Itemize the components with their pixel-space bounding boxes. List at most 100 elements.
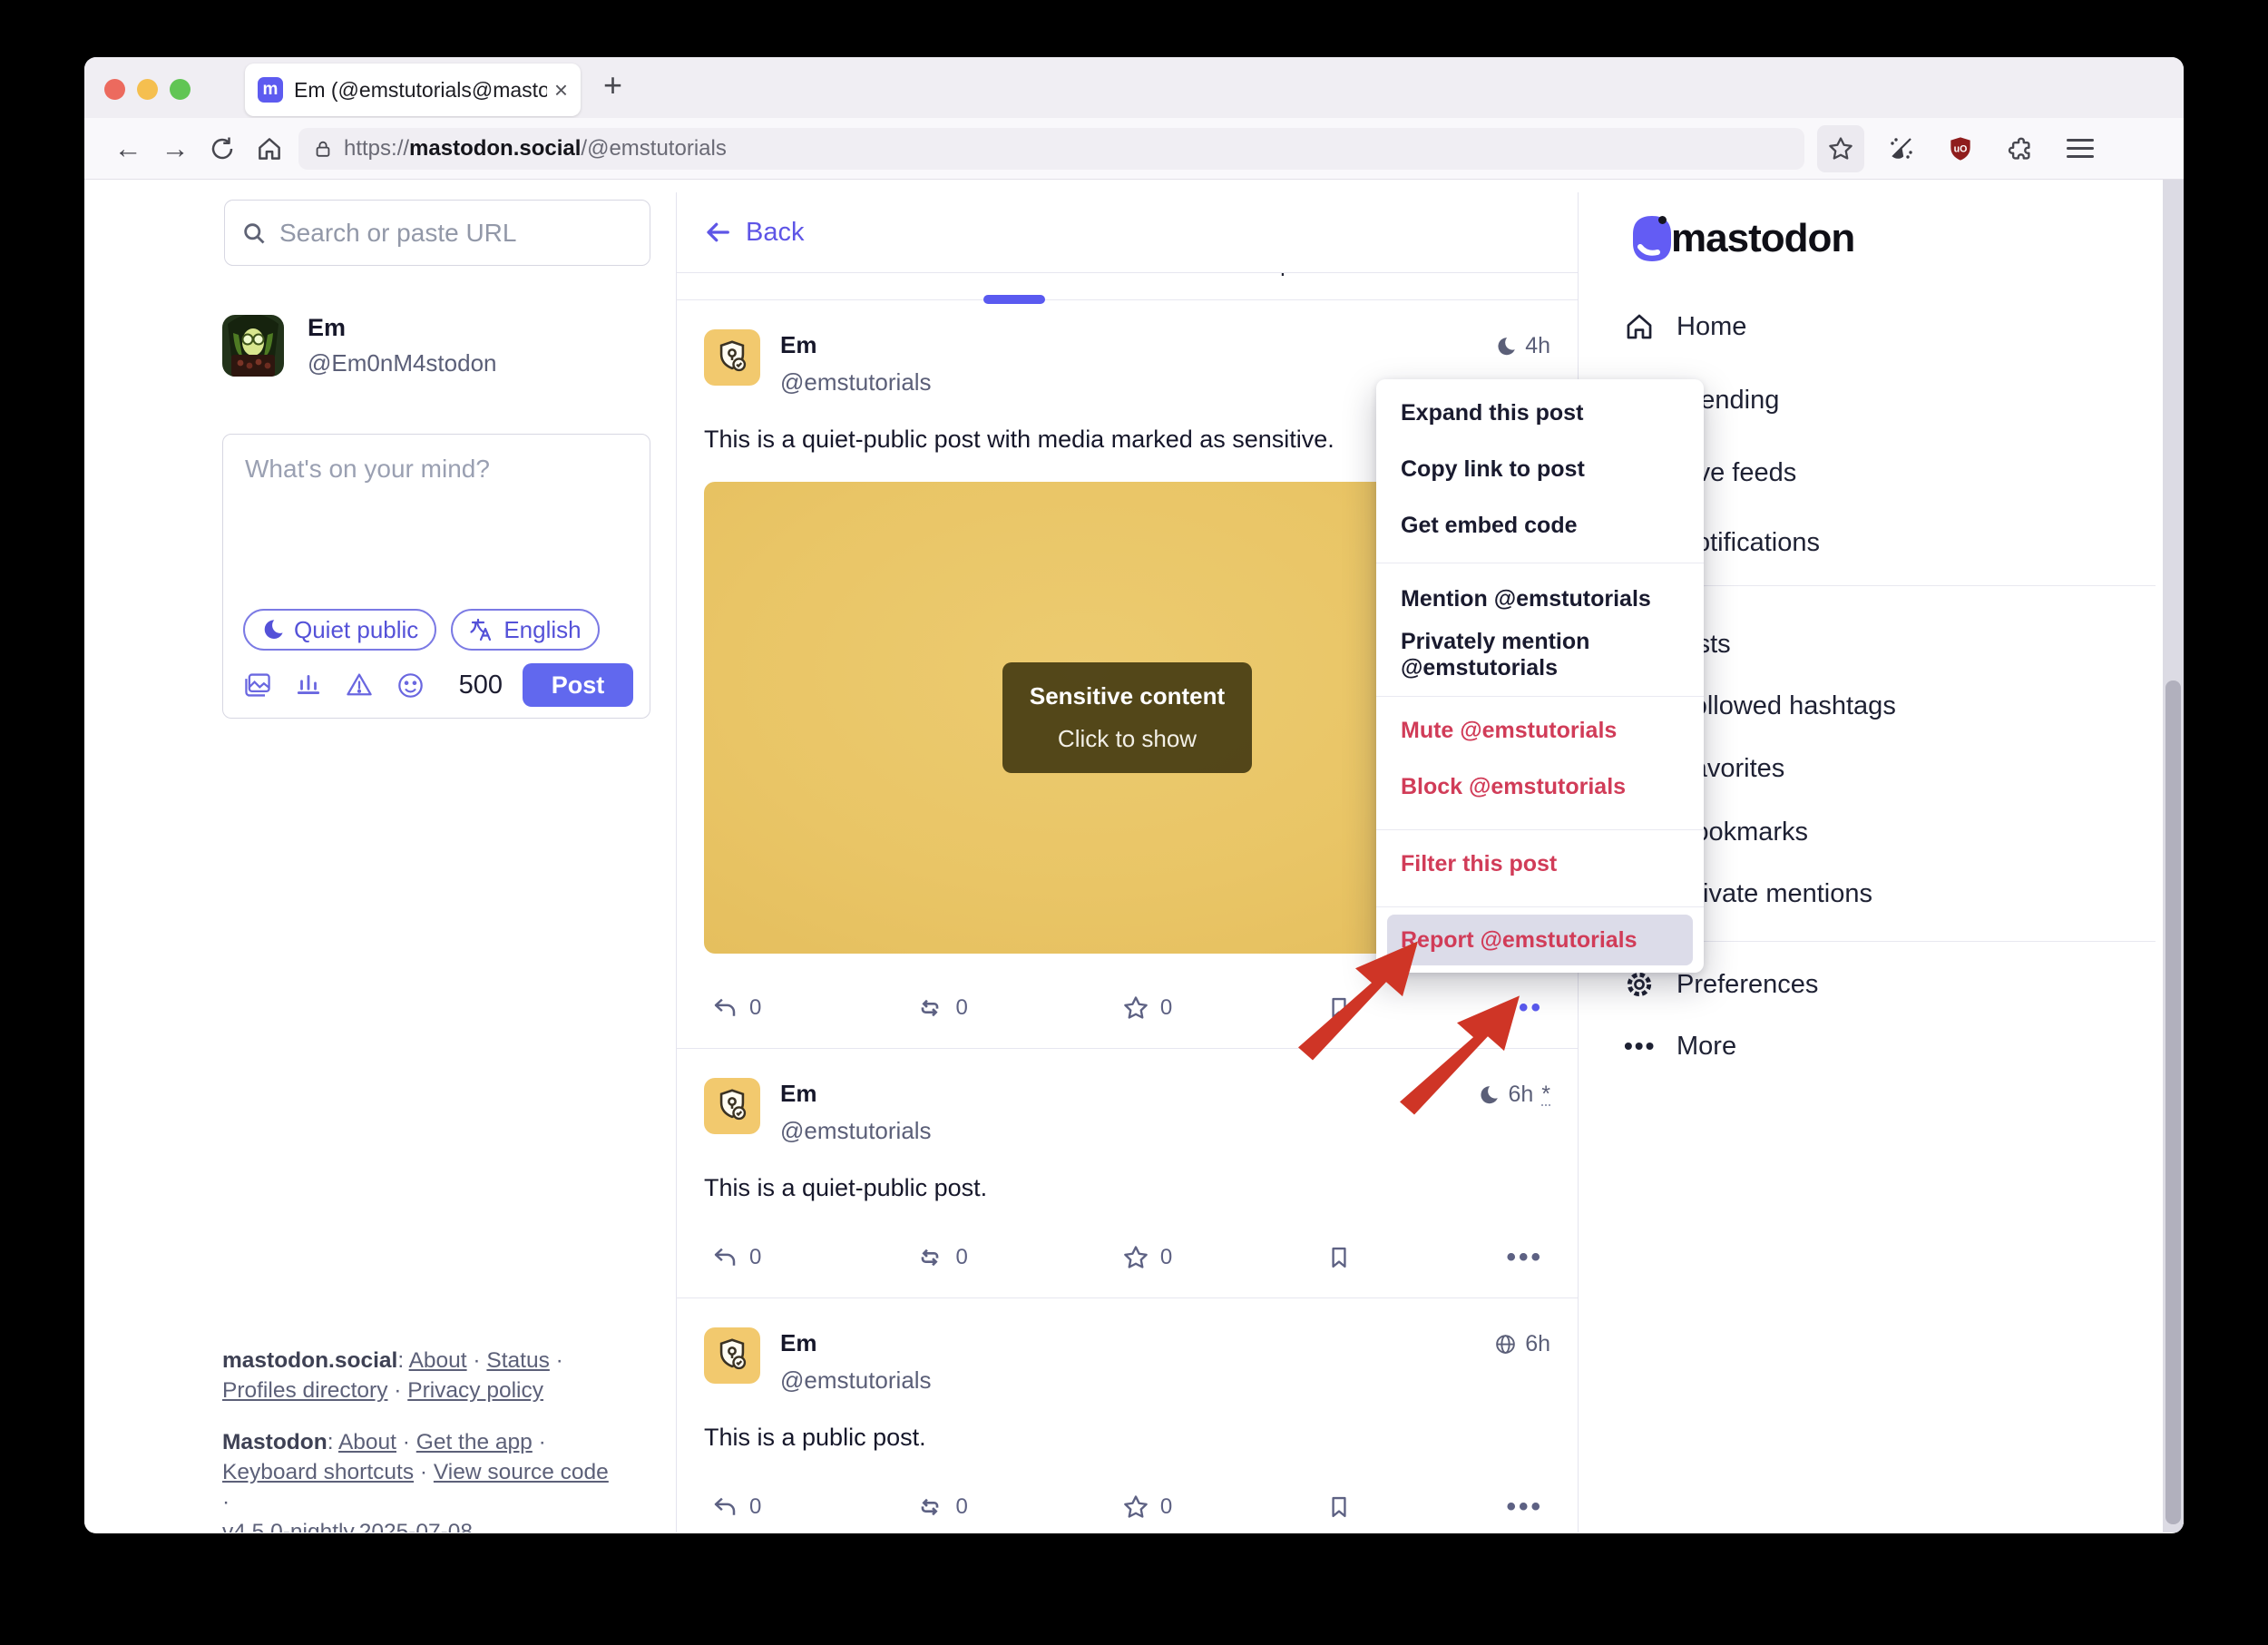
- menu-item-embed[interactable]: Get embed code: [1376, 497, 1704, 553]
- boost-button[interactable]: 0: [915, 1243, 967, 1272]
- mastodon-logo[interactable]: mastodon: [1624, 211, 1854, 267]
- annotation-arrow-more: [1382, 978, 1545, 1137]
- tab-featured[interactable]: Featured: [677, 273, 902, 299]
- minimize-window-button[interactable]: [137, 79, 158, 100]
- post-action-bar: 0 0 0: [704, 1483, 1550, 1531]
- macos-traffic-lights[interactable]: [104, 79, 191, 100]
- scrollbar-thumb[interactable]: [2165, 681, 2181, 1524]
- favorite-button[interactable]: 0: [1122, 1244, 1172, 1271]
- menu-item-copy-link[interactable]: Copy link to post: [1376, 441, 1704, 497]
- menu-button[interactable]: [2057, 125, 2104, 172]
- bookmark-button[interactable]: [1326, 1494, 1352, 1520]
- menu-item-expand[interactable]: Expand this post: [1376, 385, 1704, 441]
- content-warning-button[interactable]: [345, 671, 374, 700]
- reply-icon: [711, 1493, 738, 1521]
- quiet-public-icon: [1495, 336, 1517, 357]
- footer-link[interactable]: Status: [486, 1348, 549, 1373]
- url-bar[interactable]: https://mastodon.social/@emstutorials: [298, 128, 1804, 170]
- menu-item-filter[interactable]: Filter this post: [1376, 836, 1704, 892]
- post-button[interactable]: Post: [523, 663, 633, 707]
- menu-item-mention[interactable]: Mention @emstutorials: [1376, 571, 1704, 627]
- page-scrollbar[interactable]: [2163, 180, 2184, 1532]
- compose-placeholder: What's on your mind?: [245, 455, 490, 484]
- forward-button[interactable]: →: [152, 132, 199, 165]
- post-author[interactable]: Em @emstutorials: [780, 1078, 932, 1145]
- reply-button[interactable]: 0: [711, 1493, 761, 1521]
- reply-button[interactable]: 0: [711, 1244, 761, 1271]
- gear-icon: [1624, 969, 1669, 1000]
- bookmark-button[interactable]: [1326, 1245, 1352, 1270]
- avatar[interactable]: [704, 329, 760, 386]
- sidebar-item-more[interactable]: ••• More: [1624, 1021, 1736, 1072]
- post-more-button[interactable]: •••: [1506, 1242, 1543, 1273]
- extensions-button[interactable]: [1997, 125, 2044, 172]
- menu-divider: [1376, 696, 1704, 697]
- tab-posts-replies[interactable]: Posts and replies: [1128, 273, 1353, 299]
- compose-box[interactable]: What's on your mind? Quiet public Englis…: [222, 434, 650, 719]
- new-tab-button[interactable]: +: [603, 66, 622, 104]
- attach-media-button[interactable]: [243, 671, 272, 700]
- ublock-origin-button[interactable]: uO: [1937, 125, 1984, 172]
- boost-button[interactable]: 0: [915, 1493, 967, 1522]
- favorite-button[interactable]: 0: [1122, 994, 1172, 1022]
- toolbar-right-icons: uO: [1817, 125, 2104, 172]
- bookmark-page-button[interactable]: [1817, 125, 1864, 172]
- visibility-button[interactable]: Quiet public: [243, 609, 436, 651]
- author-handle: @emstutorials: [780, 368, 932, 397]
- footer-link[interactable]: View source code: [434, 1460, 609, 1484]
- zoom-window-button[interactable]: [170, 79, 191, 100]
- browser-tab[interactable]: m Em (@emstutorials@mastodon.s ×: [245, 64, 581, 116]
- reply-icon: [711, 1244, 738, 1271]
- mastodon-favicon-icon: m: [258, 77, 283, 103]
- hamburger-icon: [2067, 133, 2094, 163]
- avatar[interactable]: [704, 1327, 760, 1384]
- character-count: 500: [459, 671, 503, 700]
- avatar: [222, 315, 284, 377]
- post-author[interactable]: Em @emstutorials: [780, 1327, 932, 1395]
- sidebar-item-home[interactable]: Home: [1624, 301, 1746, 352]
- footer-link[interactable]: About: [338, 1430, 396, 1454]
- current-user-profile[interactable]: Em @Em0nM4stodon: [222, 314, 497, 377]
- emoji-button[interactable]: [396, 671, 425, 700]
- post-timestamp[interactable]: 4h: [1495, 329, 1550, 359]
- lock-icon: [313, 138, 333, 160]
- menu-item-private-mention[interactable]: Privately mention @emstutorials: [1376, 627, 1704, 683]
- footer-link[interactable]: About: [409, 1348, 467, 1373]
- reload-button[interactable]: [199, 135, 246, 162]
- back-button[interactable]: ←: [104, 132, 152, 165]
- add-poll-button[interactable]: [295, 671, 322, 699]
- emoji-icon: [396, 671, 425, 700]
- version-label: v4.5.0-nightly.2025-07-08: [222, 1520, 473, 1532]
- avatar[interactable]: [704, 1078, 760, 1134]
- author-name: Em: [780, 1080, 932, 1108]
- boost-button[interactable]: 0: [915, 994, 967, 1023]
- menu-item-mute[interactable]: Mute @emstutorials: [1376, 702, 1704, 759]
- home-button[interactable]: [246, 135, 293, 162]
- footer-link[interactable]: Profiles directory: [222, 1378, 387, 1403]
- language-button[interactable]: English: [451, 609, 599, 651]
- post-more-button[interactable]: •••: [1506, 1492, 1543, 1523]
- menu-divider: [1376, 906, 1704, 907]
- tab-close-icon[interactable]: ×: [554, 76, 568, 104]
- footer-link[interactable]: Get the app: [416, 1430, 533, 1454]
- logo-eye-dot: [1658, 216, 1667, 224]
- back-header[interactable]: Back: [677, 192, 1578, 273]
- footer-link[interactable]: Privacy policy: [407, 1378, 543, 1403]
- menu-item-block[interactable]: Block @emstutorials: [1376, 759, 1704, 815]
- search-input[interactable]: Search or paste URL: [224, 200, 650, 266]
- favorite-button[interactable]: 0: [1122, 1493, 1172, 1521]
- footer-link[interactable]: Keyboard shortcuts: [222, 1460, 414, 1484]
- post-author[interactable]: Em @emstutorials: [780, 329, 932, 397]
- post-timestamp[interactable]: 6h: [1494, 1327, 1550, 1357]
- profile-tabs-clipped[interactable]: Featured Posts Posts and replies Media: [677, 273, 1578, 300]
- close-window-button[interactable]: [104, 79, 125, 100]
- reply-button[interactable]: 0: [711, 994, 761, 1022]
- boost-icon: [915, 1243, 944, 1272]
- sensitive-overlay[interactable]: Sensitive content Click to show: [1002, 662, 1252, 773]
- clear-cache-extension-button[interactable]: [1877, 125, 1924, 172]
- back-arrow-icon: [704, 219, 731, 246]
- post-public[interactable]: Em @emstutorials 6h This is a public pos…: [677, 1297, 1578, 1532]
- boost-icon: [915, 1493, 944, 1522]
- author-handle: @emstutorials: [780, 1117, 932, 1145]
- tab-media[interactable]: Media: [1353, 273, 1578, 299]
